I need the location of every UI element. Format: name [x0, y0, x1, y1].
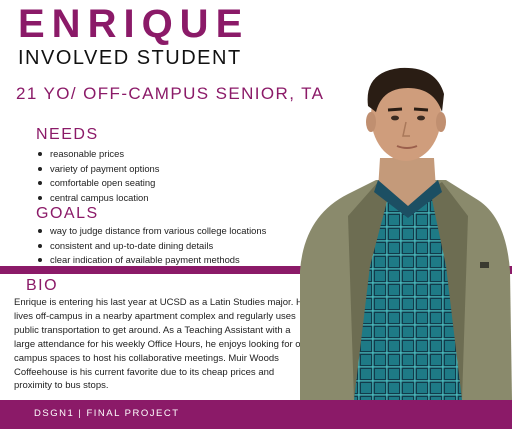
needs-list: reasonable prices variety of payment opt… — [36, 147, 159, 205]
goals-section: GOALS way to judge distance from various… — [36, 205, 266, 268]
list-item: central campus location — [36, 191, 159, 206]
list-item: consistent and up-to-date dining details — [36, 239, 266, 254]
bio-text: Enrique is entering his last year at UCS… — [14, 297, 310, 392]
persona-photo — [300, 67, 512, 400]
goals-list: way to judge distance from various colle… — [36, 224, 266, 268]
needs-heading: NEEDS — [36, 126, 99, 143]
goals-heading: GOALS — [36, 205, 99, 222]
persona-tagline: 21 YO/ OFF-CAMPUS SENIOR, TA — [16, 84, 325, 103]
footer-text: DSGN1 | FINAL PROJECT — [34, 408, 180, 419]
needs-section: NEEDS reasonable prices variety of payme… — [36, 126, 159, 205]
persona-role: INVOLVED STUDENT — [18, 47, 242, 69]
persona-name: ENRIQUE — [18, 2, 250, 46]
list-item: reasonable prices — [36, 147, 159, 162]
list-item: comfortable open seating — [36, 176, 159, 191]
bio-heading: BIO — [26, 277, 59, 294]
list-item: variety of payment options — [36, 162, 159, 177]
list-item: way to judge distance from various colle… — [36, 224, 266, 239]
